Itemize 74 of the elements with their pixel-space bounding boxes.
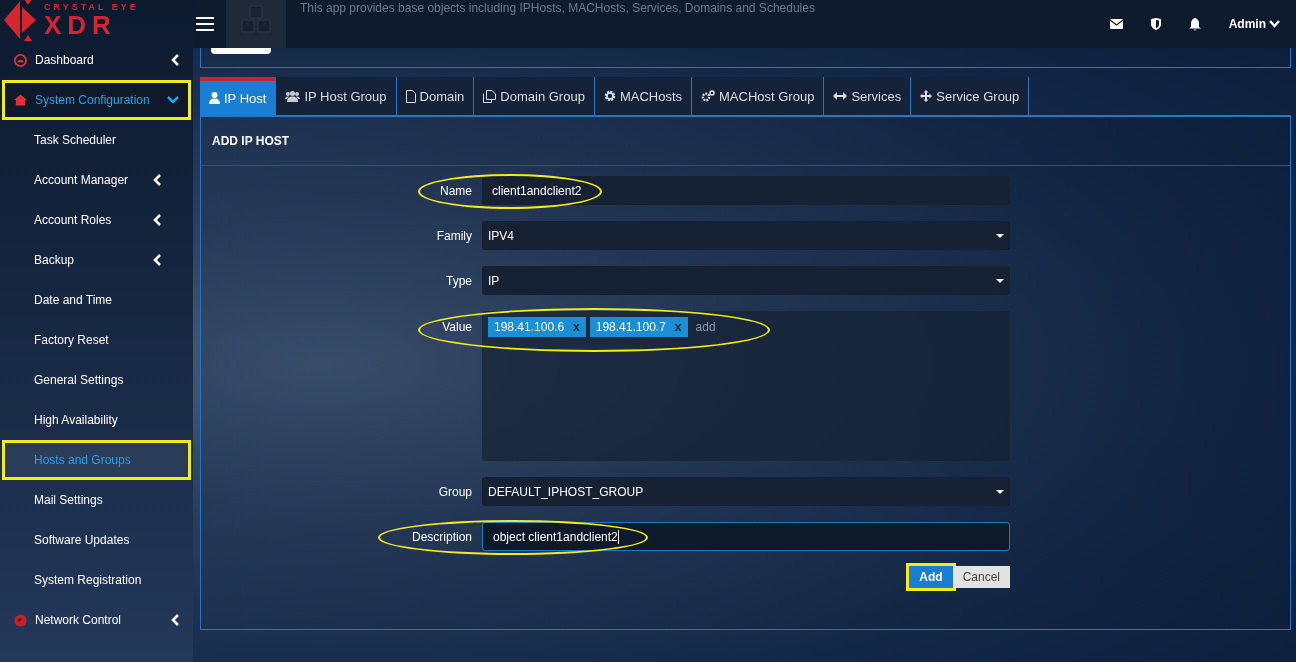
submenu-item[interactable]: Backup	[2, 240, 191, 280]
chevron-left-icon	[153, 254, 161, 266]
tab[interactable]: IP Host	[200, 77, 277, 115]
submenu-item[interactable]: High Availability	[2, 400, 191, 440]
tab[interactable]: IP Host Group	[276, 77, 397, 115]
remove-tag-button[interactable]: x	[573, 320, 580, 334]
tab[interactable]: MACHost Group	[692, 77, 825, 115]
panel-title: ADD IP HOST	[212, 134, 290, 148]
tab[interactable]: MACHosts	[594, 77, 692, 115]
remove-tag-button[interactable]: x	[674, 320, 682, 334]
tab[interactable]: Domain	[396, 77, 475, 115]
move-arrows-icon	[920, 90, 933, 102]
brand-name: XDR	[44, 11, 117, 38]
field-label: Family	[436, 229, 472, 243]
field-value: client1andclient2	[492, 183, 582, 198]
dropdown-caret-icon	[996, 489, 1004, 494]
shield-icon[interactable]	[1150, 18, 1161, 30]
document-icon	[405, 89, 416, 103]
field-value: object client1andclient2	[493, 529, 618, 544]
chevron-left-icon	[171, 54, 179, 66]
submenu-item[interactable]: General Settings	[2, 360, 191, 400]
brand-tagline: CRYSTAL EYE	[44, 2, 139, 12]
mail-icon[interactable]	[1109, 19, 1123, 29]
dropdown-caret-icon	[996, 278, 1004, 283]
submenu-item[interactable]: Software Updates	[2, 520, 191, 560]
chevron-left-icon	[153, 174, 161, 186]
home-icon	[14, 94, 27, 106]
chevron-left-icon	[171, 614, 179, 626]
field-label: Group	[438, 485, 472, 499]
field-label: Value	[442, 320, 472, 334]
tab[interactable]: Service Group	[911, 77, 1030, 115]
text-field[interactable]: object client1andclient2	[482, 522, 1010, 551]
add-button[interactable]: Add	[909, 566, 953, 588]
field-label: Description	[411, 530, 472, 544]
tab[interactable]: Domain Group	[474, 77, 595, 115]
app-description: This app provides base objects including IPHosts, MACHosts, Services, Domains and Schedules	[300, 1, 815, 15]
horizontal-arrows-icon	[833, 92, 848, 100]
user-icon	[209, 92, 220, 104]
gears-icon	[701, 90, 715, 102]
users-icon	[285, 90, 301, 102]
dropdown-caret-icon	[996, 233, 1004, 238]
cancel-button[interactable]: Cancel	[952, 566, 1010, 588]
value-tag: 198.41.100.7 x	[589, 317, 688, 337]
select-field[interactable]: DEFAULT_IPHOST_GROUP	[482, 477, 1010, 506]
menu-icon[interactable]	[196, 16, 214, 32]
field-label: Name	[440, 184, 472, 198]
select-field[interactable]: IP	[482, 266, 1010, 295]
submenu-item[interactable]: System Registration	[2, 560, 191, 600]
app-tile-base	[211, 48, 271, 54]
submenu-item[interactable]: Task Scheduler	[2, 120, 191, 160]
submenu-item[interactable]: Account Manager	[2, 160, 191, 200]
sidebar-item[interactable]: Network Control	[2, 600, 191, 640]
chevron-left-icon	[153, 214, 161, 226]
gauge-icon	[14, 53, 27, 67]
chevron-down-icon	[1269, 20, 1280, 28]
user-menu[interactable]: Admin	[1228, 17, 1280, 31]
value-tag: 198.41.100.6 x	[488, 317, 586, 337]
field-label: Type	[446, 274, 472, 288]
bell-icon[interactable]	[1188, 17, 1201, 31]
chevron-down-icon	[167, 96, 179, 104]
submenu-item[interactable]: Account Roles	[2, 200, 191, 240]
documents-icon	[483, 89, 497, 103]
text-field[interactable]: client1andclient2	[482, 176, 1010, 205]
select-field[interactable]: IPV4	[482, 221, 1010, 250]
add-placeholder: add	[695, 319, 716, 334]
tab[interactable]: Services	[824, 77, 912, 115]
tags-field[interactable]: 198.41.100.6 x 198.41.100.7 x add	[482, 311, 1010, 461]
submenu-item[interactable]: Mail Settings	[2, 480, 191, 520]
submenu-item[interactable]: Date and Time	[2, 280, 191, 320]
submenu-item[interactable]: Factory Reset	[2, 320, 191, 360]
gear-icon	[603, 90, 616, 102]
sidebar-item[interactable]: System Configuration	[2, 80, 191, 120]
submenu-item[interactable]: Hosts and Groups	[2, 440, 191, 480]
sidebar-item[interactable]: Dashboard	[2, 40, 191, 80]
